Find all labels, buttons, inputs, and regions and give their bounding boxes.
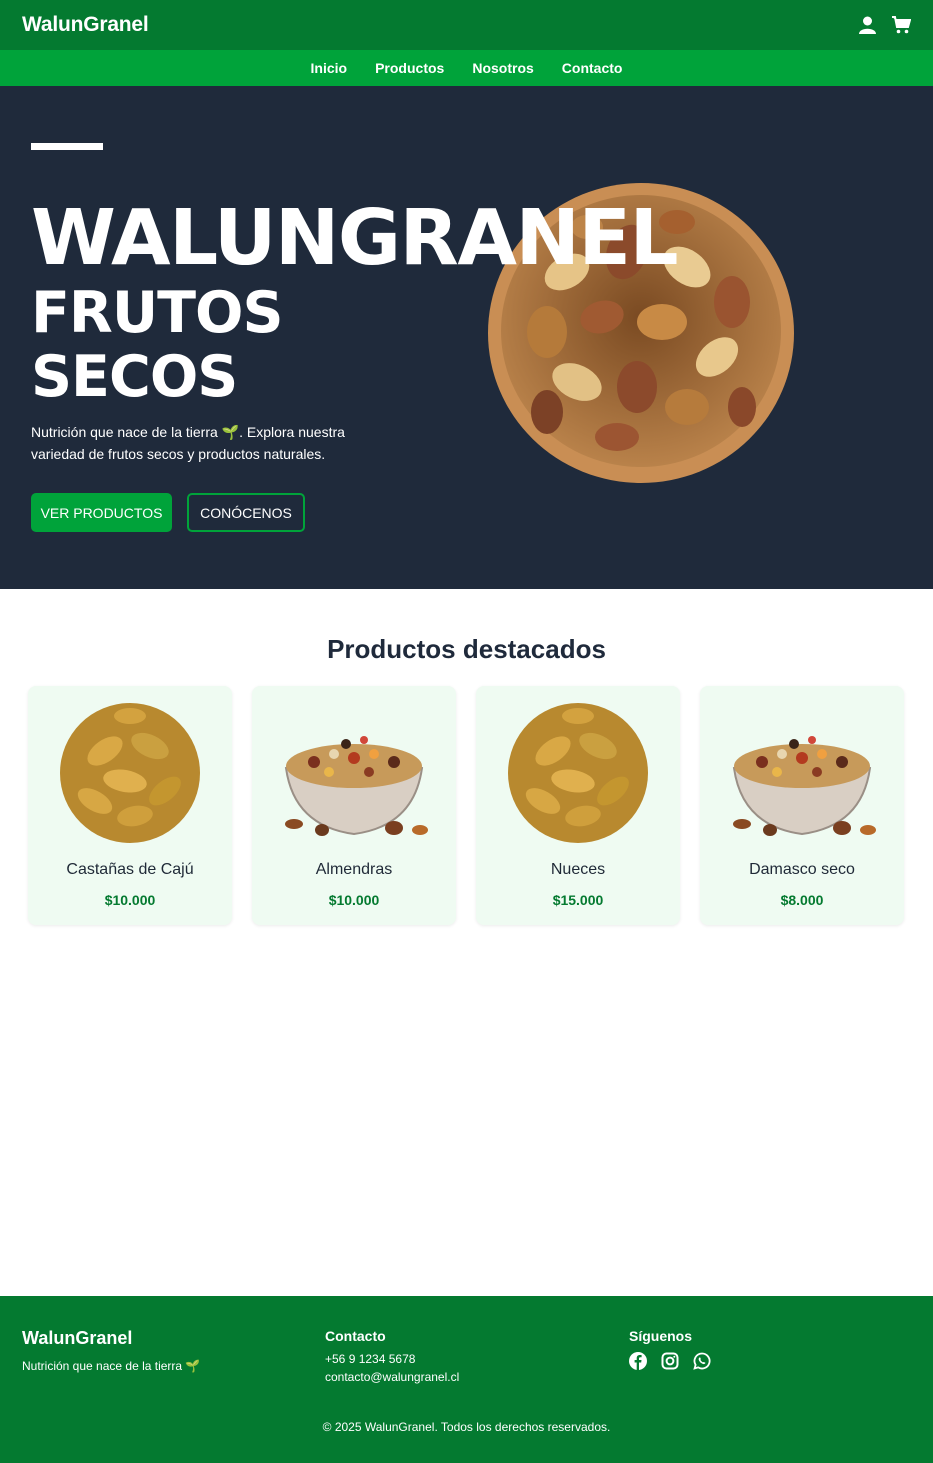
social-links: [629, 1352, 711, 1370]
product-price: $10.000: [104, 892, 156, 908]
top-header: WalunGranel: [0, 0, 933, 50]
product-name: Castañas de Cajú: [66, 861, 194, 878]
footer-social-title: Síguenos: [629, 1328, 693, 1344]
nav-item-nosotros[interactable]: Nosotros: [472, 60, 533, 76]
mixed-nuts-bowl-image: [284, 736, 428, 836]
hero-title-line1: WALUNGRANEL: [31, 194, 679, 283]
nav-item-inicio[interactable]: Inicio: [311, 60, 348, 76]
product-card[interactable]: Almendras $10.000: [252, 686, 456, 925]
hero-title: WALUNGRANEL FRUTOS SECOS: [31, 194, 679, 410]
product-card[interactable]: Castañas de Cajú $10.000: [28, 686, 232, 925]
instagram-icon[interactable]: [661, 1352, 679, 1370]
facebook-icon[interactable]: [629, 1352, 647, 1370]
product-name: Damasco seco: [749, 861, 855, 878]
hero-title-line3: SECOS: [31, 344, 238, 410]
nav-item-contacto[interactable]: Contacto: [562, 60, 623, 76]
footer-brand-column: WalunGranel Nutrición que nace de la tie…: [22, 1328, 200, 1373]
mixed-nuts-bowl-image: [732, 736, 876, 836]
cashew-image: [508, 703, 648, 843]
user-icon[interactable]: [857, 15, 877, 35]
product-card[interactable]: Nueces $15.000: [476, 686, 680, 925]
footer-brand: WalunGranel: [22, 1328, 133, 1348]
footer-contact-title: Contacto: [325, 1328, 386, 1344]
product-card[interactable]: Damasco seco $8.000: [700, 686, 904, 925]
main-nav: Inicio Productos Nosotros Contacto: [0, 50, 933, 86]
cashew-image: [60, 703, 200, 843]
footer-copyright: © 2025 WalunGranel. Todos los derechos r…: [322, 1420, 611, 1434]
product-grid: Castañas de Cajú $10.000 Almendras $10.0…: [28, 686, 905, 925]
hero-section: WALUNGRANEL FRUTOS SECOS Nutrición que n…: [0, 86, 933, 589]
featured-title: Productos destacados: [327, 634, 606, 664]
cart-icon[interactable]: [891, 15, 911, 35]
footer-phone[interactable]: +56 9 1234 5678: [325, 1352, 459, 1366]
header-actions: [857, 15, 911, 35]
footer-tagline: Nutrición que nace de la tierra 🌱: [22, 1359, 201, 1373]
footer-contact-column: Contacto +56 9 1234 5678 contacto@walung…: [325, 1328, 459, 1384]
brand-logo[interactable]: WalunGranel: [22, 13, 149, 37]
product-price: $15.000: [552, 892, 604, 908]
site-footer: WalunGranel Nutrición que nace de la tie…: [0, 1296, 933, 1463]
nav-item-productos[interactable]: Productos: [375, 60, 444, 76]
view-products-button[interactable]: VER PRODUCTOS: [31, 493, 172, 532]
whatsapp-icon[interactable]: [693, 1352, 711, 1370]
footer-email[interactable]: contacto@walungranel.cl: [325, 1370, 459, 1384]
hero-description: Nutrición que nace de la tierra 🌱. Explo…: [31, 424, 345, 462]
product-price: $10.000: [328, 892, 380, 908]
hero-accent-bar: [31, 143, 103, 150]
product-name: Nueces: [550, 861, 606, 878]
product-price: $8.000: [780, 892, 824, 908]
about-us-button[interactable]: CONÓCENOS: [187, 493, 305, 532]
footer-social-column: Síguenos: [629, 1328, 711, 1370]
hero-title-line2: FRUTOS: [31, 280, 284, 346]
product-name: Almendras: [315, 861, 393, 878]
